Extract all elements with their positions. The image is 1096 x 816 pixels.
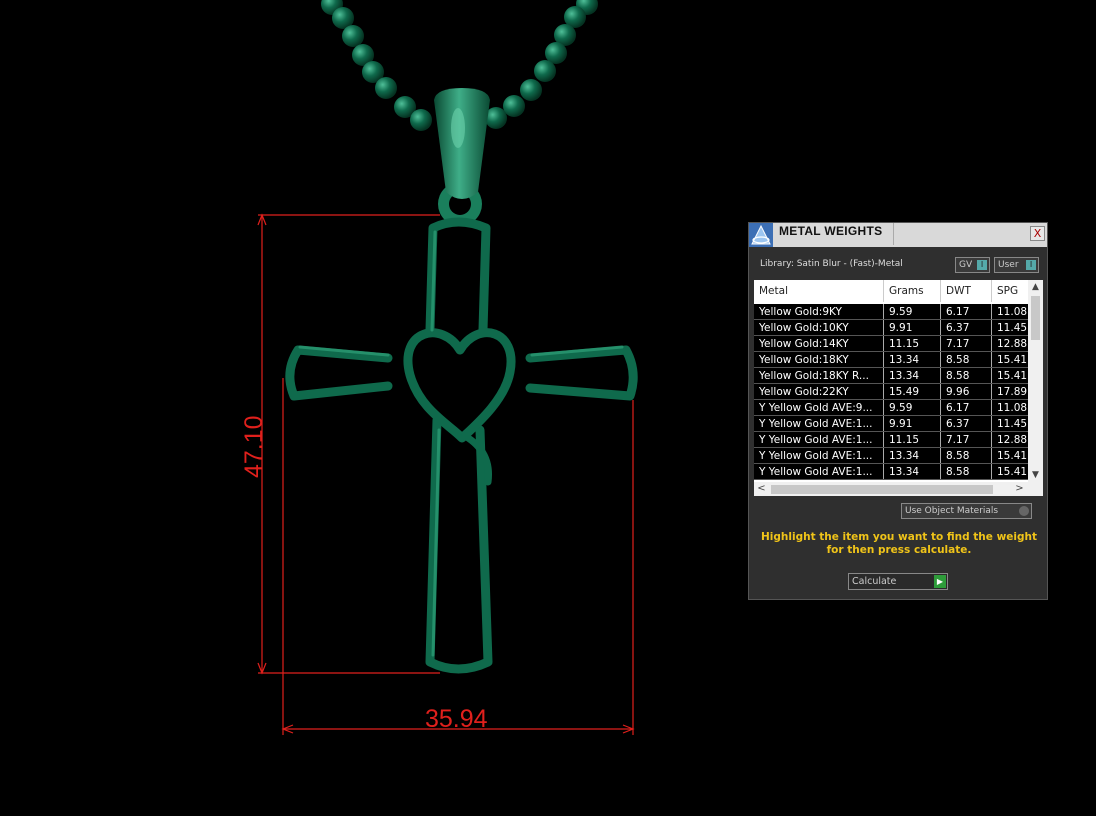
panel-titlebar[interactable]: METAL WEIGHTS X [749, 223, 1047, 247]
cell-metal: Yellow Gold:18KY [754, 352, 884, 367]
dimension-height-label: 47.10 [240, 415, 268, 478]
table-header: Metal Grams DWT SPG [754, 280, 1028, 302]
cell-dwt: 6.17 [941, 304, 992, 319]
column-header-metal[interactable]: Metal [754, 280, 884, 302]
pendant-bail [434, 88, 490, 226]
table-row[interactable]: Yellow Gold:10KY 9.91 6.37 11.45 [754, 320, 1028, 336]
table-row[interactable]: Yellow Gold:14KY 11.15 7.17 12.88 [754, 336, 1028, 352]
cell-dwt: 8.58 [941, 368, 992, 383]
user-label: User [998, 260, 1019, 270]
hint-line-2: for then press calculate. [826, 544, 972, 556]
cell-grams: 11.15 [884, 432, 941, 447]
close-icon[interactable]: X [1030, 226, 1045, 241]
cell-metal: Yellow Gold:10KY [754, 320, 884, 335]
metal-table-body: Metal Grams DWT SPG Yellow Gold:9KY 9.59 6… [754, 280, 1028, 482]
cell-metal: Y Yellow Gold AVE:1... [754, 432, 884, 447]
dimension-width-label: 35.94 [425, 705, 488, 733]
cell-dwt: 8.58 [941, 352, 992, 367]
use-object-materials-button[interactable]: Use Object Materials [901, 503, 1032, 519]
table-row[interactable]: Y Yellow Gold AVE:1... 13.34 8.58 15.41 [754, 464, 1028, 480]
table-row[interactable]: Y Yellow Gold AVE:1... 9.91 6.37 11.45 [754, 416, 1028, 432]
user-toggle[interactable]: User I [994, 257, 1039, 273]
scroll-down-icon[interactable]: ▼ [1028, 468, 1043, 482]
cell-metal: Yellow Gold:9KY [754, 304, 884, 319]
cell-dwt: 6.17 [941, 400, 992, 415]
cell-dwt: 8.58 [941, 464, 992, 479]
cell-grams: 13.34 [884, 464, 941, 479]
hint-text: Highlight the item you want to find the … [759, 531, 1039, 557]
cell-grams: 9.59 [884, 400, 941, 415]
cell-spg: 11.45 [997, 322, 1028, 334]
column-header-spg[interactable]: SPG [992, 280, 1028, 302]
cell-dwt: 9.96 [941, 384, 992, 399]
cell-metal: Y Yellow Gold AVE:1... [754, 464, 884, 479]
radio-icon [1019, 506, 1029, 516]
cell-spg: 17.89 [997, 386, 1028, 398]
cell-grams: 13.34 [884, 352, 941, 367]
cell-spg: 15.41 [997, 354, 1028, 366]
scroll-thumb[interactable] [1031, 296, 1040, 340]
horizontal-scrollbar[interactable]: < > [754, 482, 1043, 496]
cell-spg: 15.41 [997, 466, 1028, 478]
cell-grams: 9.59 [884, 304, 941, 319]
cell-metal: Y Yellow Gold AVE:9... [754, 400, 884, 415]
gv-label: GV [959, 260, 973, 270]
cell-spg: 11.08 [997, 306, 1028, 318]
metal-weights-panel: METAL WEIGHTS X Library: Satin Blur - (F… [748, 222, 1048, 600]
cell-metal: Y Yellow Gold AVE:1... [754, 416, 884, 431]
cell-grams: 13.34 [884, 448, 941, 463]
cross-pendant [285, 217, 638, 674]
cell-grams: 9.91 [884, 320, 941, 335]
library-label: Library: Satin Blur - (Fast)-Metal [760, 259, 903, 269]
cell-dwt: 6.37 [941, 320, 992, 335]
scroll-thumb[interactable] [771, 485, 993, 494]
hint-line-1: Highlight the item you want to find the … [761, 531, 1037, 543]
scroll-up-icon[interactable]: ▲ [1028, 280, 1043, 294]
toggle-icon: I [977, 260, 987, 270]
cell-spg: 12.88 [997, 434, 1028, 446]
scroll-left-icon[interactable]: < [754, 482, 769, 496]
table-row[interactable]: Yellow Gold:9KY 9.59 6.17 11.08 [754, 304, 1028, 320]
column-header-dwt[interactable]: DWT [941, 280, 992, 302]
table-row[interactable]: Yellow Gold:18KY R... 13.34 8.58 15.41 [754, 368, 1028, 384]
cell-spg: 11.08 [997, 402, 1028, 414]
calculate-label: Calculate [852, 576, 897, 587]
cell-dwt: 6.37 [941, 416, 992, 431]
table-row[interactable]: Y Yellow Gold AVE:1... 13.34 8.58 15.41 [754, 448, 1028, 464]
cell-spg: 11.45 [997, 418, 1028, 430]
cell-dwt: 7.17 [941, 336, 992, 351]
gv-toggle[interactable]: GV I [955, 257, 990, 273]
panel-title: METAL WEIGHTS [779, 224, 883, 238]
cell-metal: Yellow Gold:14KY [754, 336, 884, 351]
vertical-scrollbar[interactable]: ▲ ▼ [1028, 280, 1043, 482]
scroll-right-icon[interactable]: > [1012, 482, 1027, 496]
calculate-button[interactable]: Calculate ▶ [848, 573, 948, 590]
cell-dwt: 8.58 [941, 448, 992, 463]
cell-spg: 12.88 [997, 338, 1028, 350]
app-logo-icon [749, 223, 773, 247]
table-row[interactable]: Y Yellow Gold AVE:9... 9.59 6.17 11.08 [754, 400, 1028, 416]
toggle-icon: I [1026, 260, 1036, 270]
cell-grams: 11.15 [884, 336, 941, 351]
cell-grams: 15.49 [884, 384, 941, 399]
cell-metal: Yellow Gold:22KY [754, 384, 884, 399]
metal-table: Metal Grams DWT SPG Yellow Gold:9KY 9.59 6… [754, 280, 1043, 496]
column-header-grams[interactable]: Grams [884, 280, 941, 302]
cell-grams: 13.34 [884, 368, 941, 383]
dimension-height [257, 213, 440, 675]
cell-grams: 9.91 [884, 416, 941, 431]
table-row[interactable]: Yellow Gold:18KY 13.34 8.58 15.41 [754, 352, 1028, 368]
table-row[interactable]: Yellow Gold:22KY 15.49 9.96 17.89 [754, 384, 1028, 400]
cell-dwt: 7.17 [941, 432, 992, 447]
cell-metal: Yellow Gold:18KY R... [754, 368, 884, 383]
play-icon: ▶ [934, 575, 946, 588]
cell-spg: 15.41 [997, 370, 1028, 382]
cell-metal: Y Yellow Gold AVE:1... [754, 448, 884, 463]
table-row[interactable]: Y Yellow Gold AVE:1... 11.15 7.17 12.88 [754, 432, 1028, 448]
cell-spg: 15.41 [997, 450, 1028, 462]
use-object-materials-label: Use Object Materials [905, 506, 999, 516]
